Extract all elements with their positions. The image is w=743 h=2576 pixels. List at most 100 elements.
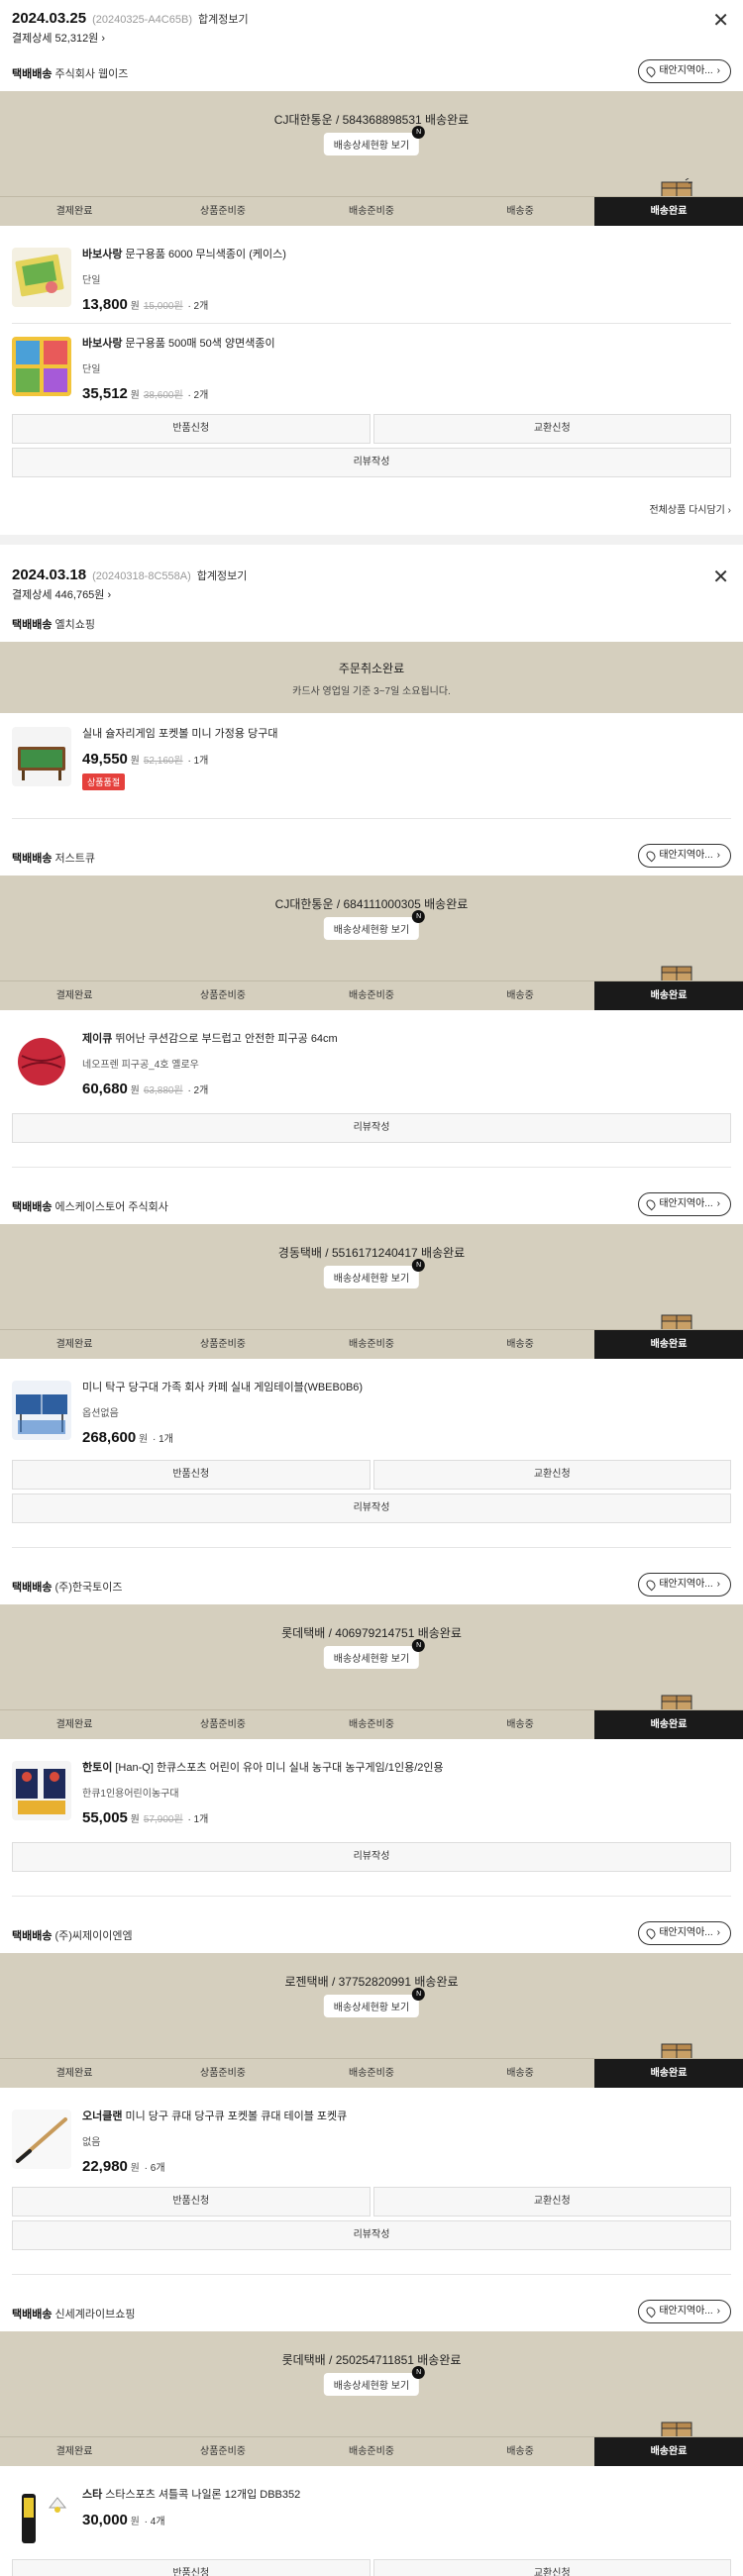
product-name: 한토이 [Han-Q] 한큐스포츠 어린이 유아 미니 실내 농구대 농구게임/1…	[82, 1761, 731, 1775]
action-buttons: 리뷰작성	[12, 1113, 731, 1143]
close-icon[interactable]: ✕	[712, 565, 729, 589]
write-review-button[interactable]: 리뷰작성	[12, 2220, 731, 2250]
order-number: (20240318-8C558A)	[92, 570, 191, 582]
product-brand: 오너클랜	[82, 2111, 123, 2122]
delivery-progress-steps: 결제완료 상품준비중 배송준비중 배송중 배송완료	[0, 196, 743, 226]
step-delivered: 배송완료	[594, 981, 743, 1010]
price-value: 49,550	[82, 751, 128, 768]
return-request-button[interactable]: 반품신청	[12, 1460, 371, 1490]
shipment-group: 택배배송 (주)한국토이즈 태안지역아... › 롯데택배 / 4069792147…	[0, 1565, 743, 1739]
quantity: · 6개	[144, 2163, 165, 2174]
action-buttons: 리뷰작성	[12, 1494, 731, 1523]
delivery-detail-label: 배송상세현황 보기	[333, 141, 410, 152]
new-badge: N	[412, 1988, 426, 2001]
action-buttons: 반품신청 교환신청	[12, 414, 731, 444]
write-review-button[interactable]: 리뷰작성	[12, 1113, 731, 1143]
region-notice-button[interactable]: 태안지역아... ›	[638, 1573, 731, 1597]
step-preparing-item: 상품준비중	[200, 2068, 246, 2079]
quantity: · 1개	[187, 1814, 209, 1825]
region-notice-label: 태안지역아...	[659, 65, 713, 76]
region-notice-button[interactable]: 태안지역아... ›	[638, 1192, 731, 1216]
step-paid: 결제완료	[55, 2068, 93, 2079]
write-review-button[interactable]: 리뷰작성	[12, 1842, 731, 1872]
delivery-status-panel: CJ대한통운 / 684111000305 배송완료 배송상세현황 보기 N 결제…	[0, 876, 743, 1010]
product-item[interactable]: 바보사랑 문구용품 6000 무늬색종이 (케이스) 단일 13,800 원 15,…	[0, 236, 743, 325]
price-unit: 원	[130, 2163, 140, 2174]
quantity: · 1개	[187, 756, 209, 767]
receipt-link[interactable]: 합계정보기	[197, 570, 248, 582]
step-shipping: 배송중	[506, 1719, 534, 1730]
price-value: 268,600	[82, 1429, 137, 1446]
location-pin-icon	[644, 2305, 658, 2318]
exchange-request-button[interactable]: 교환신청	[372, 2559, 731, 2576]
reorder-all-link[interactable]: 전체상품 다시담기 ›	[649, 501, 731, 516]
close-icon[interactable]: ✕	[712, 8, 729, 33]
product-item[interactable]: 스타 스타스포츠 셔틀콕 나일론 12개입 DBB352 30,000 원 · 4…	[0, 2476, 743, 2565]
price-unit: 원	[130, 390, 140, 401]
return-request-button[interactable]: 반품신청	[12, 2559, 371, 2576]
delivery-status-text: CJ대한통운 / 584368898531 배송완료	[273, 113, 470, 127]
payment-detail-text: 결제상세 446,765원	[12, 589, 105, 601]
shipment-group: 택배배송 (주)씨제이이엔엠 태안지역아... › 로젠택배 / 377528209…	[0, 1913, 743, 2088]
region-notice-button[interactable]: 태안지역아... ›	[638, 2300, 731, 2323]
product-brand: 스타	[82, 2489, 103, 2501]
region-notice-button[interactable]: 태안지역아... ›	[638, 59, 731, 83]
order-cancel-panel: 주문취소완료 카드사 영업일 기준 3~7일 소요됩니다.	[0, 642, 743, 713]
product-thumbnail	[12, 1381, 71, 1440]
order-number: (20240325-A4C65B)	[92, 14, 192, 26]
product-item[interactable]: 제이큐 뛰어난 쿠션감으로 부드럽고 안전한 피구공 64cm 네오프렌 피구공_…	[0, 1020, 743, 1109]
region-notice-label: 태안지역아...	[659, 2306, 713, 2317]
exchange-request-button[interactable]: 교환신청	[372, 414, 731, 444]
product-brand: 바보사랑	[82, 338, 123, 350]
product-item[interactable]: 미니 탁구 당구대 가족 회사 카페 실내 게임테이블(WBEB0B6) 옵션없…	[0, 1369, 743, 1458]
product-info: 한토이 [Han-Q] 한큐스포츠 어린이 유아 미니 실내 농구대 농구게임/1…	[82, 1761, 731, 1826]
product-name: 제이큐 뛰어난 쿠션감으로 부드럽고 안전한 피구공 64cm	[82, 1032, 731, 1046]
payment-detail-link[interactable]: 결제상세 52,312원 ›	[12, 30, 105, 46]
order-date: 2024.03.18 (20240318-8C558A) 합계정보기	[12, 567, 247, 583]
delivery-detail-label: 배송상세현황 보기	[333, 1654, 410, 1665]
return-request-button[interactable]: 반품신청	[12, 2187, 371, 2216]
delivery-status-text: 롯데택배 / 406979214751 배송완료	[281, 1626, 462, 1640]
write-review-button[interactable]: 리뷰작성	[12, 448, 731, 477]
price-unit: 원	[130, 2517, 140, 2527]
shipment-header: 택배배송 저스트큐 태안지역아... ›	[0, 836, 743, 876]
exchange-request-button[interactable]: 교환신청	[372, 2187, 731, 2216]
delivery-detail-button[interactable]: 배송상세현황 보기 N	[323, 126, 426, 155]
delivery-type-label: 택배배송	[12, 1930, 53, 1942]
region-notice-button[interactable]: 태안지역아... ›	[638, 844, 731, 868]
product-thumbnail	[12, 248, 71, 307]
product-item[interactable]: 한토이 [Han-Q] 한큐스포츠 어린이 유아 미니 실내 농구대 농구게임/1…	[0, 1749, 743, 1838]
payment-detail-text: 결제상세 52,312원	[12, 33, 99, 45]
order-header: 2024.03.25 (20240325-A4C65B) 합계정보기 결제상세 52…	[0, 0, 743, 46]
delivery-detail-button[interactable]: 배송상세현황 보기 N	[323, 1259, 426, 1288]
delivery-detail-button[interactable]: 배송상세현황 보기 N	[323, 2366, 426, 2396]
receipt-link[interactable]: 합계정보기	[198, 14, 249, 26]
delivery-detail-button[interactable]: 배송상세현황 보기 N	[323, 910, 426, 940]
quantity: · 4개	[144, 2517, 165, 2527]
product-brand: 제이큐	[82, 1033, 113, 1045]
product-item[interactable]: 실내 슐자리게임 포켓볼 미니 가정용 당구대 49,550 원 52,160원 …	[0, 715, 743, 804]
delivery-detail-button[interactable]: 배송상세현황 보기 N	[323, 1639, 426, 1669]
location-pin-icon	[644, 1197, 658, 1211]
delivery-status-text: 로젠택배 / 37752820991 배송완료	[284, 1975, 459, 1989]
return-request-button[interactable]: 반품신청	[12, 414, 371, 444]
payment-detail-link[interactable]: 결제상세 446,765원 ›	[12, 586, 111, 602]
delivery-detail-label: 배송상세현황 보기	[333, 2003, 410, 2013]
product-title: 문구용품 6000 무늬색종이 (케이스)	[125, 249, 286, 260]
product-item[interactable]: 오너클랜 미니 당구 큐대 당구큐 포켓볼 큐대 테이블 포켓큐 없음 22,98…	[0, 2098, 743, 2187]
quantity: · 1개	[153, 1434, 173, 1445]
shipment-divider	[12, 1547, 731, 1548]
write-review-button[interactable]: 리뷰작성	[12, 1494, 731, 1523]
product-price: 49,550 원 52,160원 · 1개	[82, 751, 731, 768]
product-info: 바보사랑 문구용품 6000 무늬색종이 (케이스) 단일 13,800 원 15,…	[82, 248, 731, 313]
region-notice-button[interactable]: 태안지역아... ›	[638, 1921, 731, 1945]
product-title: 실내 슐자리게임 포켓볼 미니 가정용 당구대	[82, 728, 278, 740]
delivery-detail-button[interactable]: 배송상세현황 보기 N	[323, 1988, 426, 2017]
reorder-all-label: 전체상품 다시담기	[649, 505, 725, 516]
product-item[interactable]: 바보사랑 문구용품 500매 50색 양면색종이 단일 35,512 원 38,60…	[0, 325, 743, 414]
product-price: 35,512 원 38,600원 · 2개	[82, 385, 731, 402]
exchange-request-button[interactable]: 교환신청	[372, 1460, 731, 1490]
action-buttons: 리뷰작성	[12, 448, 731, 477]
shipment-group: 택배배송 에스케이스토어 주식회사 태안지역아... › 경동택배 / 551617…	[0, 1185, 743, 1359]
shipment-header: 택배배송 신세계라이브쇼핑 태안지역아... ›	[0, 2292, 743, 2331]
